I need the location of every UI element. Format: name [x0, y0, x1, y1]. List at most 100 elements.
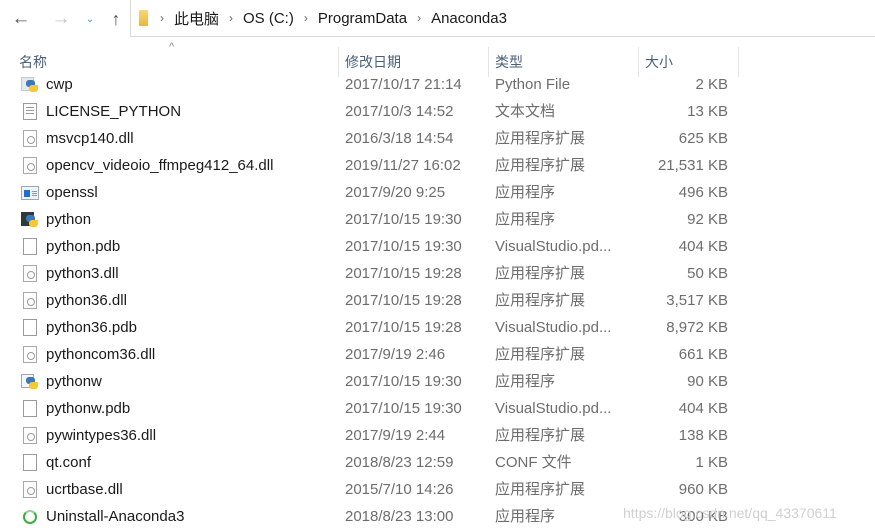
file-type: 应用程序扩展: [495, 265, 586, 282]
back-button[interactable]: ←: [8, 6, 34, 32]
folder-icon: [139, 10, 148, 26]
file-modified-date: 2017/10/17 21:14: [345, 76, 462, 93]
column-header-date-label: 修改日期: [345, 54, 401, 70]
file-size: 661 KB: [678, 346, 728, 363]
column-header-size-label: 大小: [645, 54, 673, 70]
file-name[interactable]: python3.dll: [46, 260, 331, 287]
recent-locations-button[interactable]: ⌄: [82, 6, 98, 32]
dll-icon: [20, 125, 40, 152]
file-size: 8,972 KB: [666, 319, 728, 336]
file-row[interactable]: python.pdb 2017/10/15 19:30 VisualStudio.p…: [0, 233, 875, 260]
file-row[interactable]: python36.pdb 2017/10/15 19:28 VisualStudio…: [0, 314, 875, 341]
file-size: 50 KB: [687, 265, 728, 282]
file-name[interactable]: msvcp140.dll: [46, 125, 331, 152]
file-row[interactable]: pythonw 2017/10/15 19:30 应用程序 90 KB: [0, 368, 875, 395]
file-size: 92 KB: [687, 211, 728, 228]
arrow-left-icon: ←: [11, 8, 31, 29]
file-modified-date: 2017/10/15 19:28: [345, 292, 462, 309]
file-name[interactable]: openssl: [46, 179, 331, 206]
blank-file-icon: [20, 233, 40, 260]
file-row[interactable]: pywintypes36.dll 2017/9/19 2:44 应用程序扩展 138 …: [0, 422, 875, 449]
file-list: cwp 2017/10/17 21:14 Python File 2 KB LICENS…: [0, 71, 875, 530]
file-size: 13 KB: [687, 103, 728, 120]
file-row[interactable]: qt.conf 2018/8/23 12:59 CONF 文件 1 KB: [0, 449, 875, 476]
file-modified-date: 2017/10/15 19:28: [345, 319, 462, 336]
uninstall-icon: [20, 503, 40, 530]
file-name[interactable]: python: [46, 206, 331, 233]
file-name[interactable]: pywintypes36.dll: [46, 422, 331, 449]
file-type: 应用程序扩展: [495, 292, 586, 309]
file-modified-date: 2018/8/23 12:59: [345, 454, 454, 471]
file-row[interactable]: python 2017/10/15 19:30 应用程序 92 KB: [0, 206, 875, 233]
file-type: Python File: [495, 76, 571, 93]
file-name[interactable]: cwp: [46, 71, 331, 98]
file-row[interactable]: msvcp140.dll 2016/3/18 14:54 应用程序扩展 625 KB: [0, 125, 875, 152]
chevron-right-icon[interactable]: ›: [417, 11, 421, 25]
file-name[interactable]: python36.dll: [46, 287, 331, 314]
file-size: 404 KB: [678, 400, 728, 417]
file-size: 625 KB: [678, 130, 728, 147]
forward-button[interactable]: →: [48, 6, 74, 32]
chevron-right-icon[interactable]: ›: [160, 11, 164, 25]
column-header-name-label: 名称: [19, 54, 47, 70]
file-modified-date: 2017/10/15 19:30: [345, 238, 462, 255]
dll-icon: [20, 260, 40, 287]
arrow-right-icon: →: [51, 8, 71, 29]
file-size: 404 KB: [678, 238, 728, 255]
file-type: 应用程序扩展: [495, 130, 586, 147]
file-modified-date: 2017/9/19 2:46: [345, 346, 446, 363]
file-type: VisualStudio.pd...: [495, 238, 612, 255]
python-file-icon: [20, 71, 40, 98]
file-name[interactable]: pythonw.pdb: [46, 395, 331, 422]
file-name[interactable]: opencv_videoio_ffmpeg412_64.dll: [46, 152, 331, 179]
file-name[interactable]: python36.pdb: [46, 314, 331, 341]
file-modified-date: 2017/10/15 19:30: [345, 211, 462, 228]
file-modified-date: 2017/10/15 19:30: [345, 373, 462, 390]
file-row[interactable]: pythoncom36.dll 2017/9/19 2:46 应用程序扩展 661 K…: [0, 341, 875, 368]
up-button[interactable]: ↑: [104, 6, 128, 32]
text-document-icon: [20, 98, 40, 125]
file-name[interactable]: Uninstall-Anaconda3: [46, 503, 331, 530]
file-modified-date: 2017/9/19 2:44: [345, 427, 446, 444]
dll-icon: [20, 422, 40, 449]
file-row[interactable]: LICENSE_PYTHON 2017/10/3 14:52 文本文档 13 KB: [0, 98, 875, 125]
breadcrumb-this-pc[interactable]: 此电脑: [174, 8, 219, 29]
file-name[interactable]: python.pdb: [46, 233, 331, 260]
file-type: VisualStudio.pd...: [495, 400, 612, 417]
dll-icon: [20, 152, 40, 179]
blank-file-icon: [20, 314, 40, 341]
file-row[interactable]: openssl 2017/9/20 9:25 应用程序 496 KB: [0, 179, 875, 206]
file-row[interactable]: python3.dll 2017/10/15 19:28 应用程序扩展 50 KB: [0, 260, 875, 287]
breadcrumb-anaconda3[interactable]: Anaconda3: [431, 10, 507, 27]
file-row[interactable]: pythonw.pdb 2017/10/15 19:30 VisualStudio.…: [0, 395, 875, 422]
file-modified-date: 2017/10/15 19:28: [345, 265, 462, 282]
column-header-type-label: 类型: [495, 54, 523, 70]
python-window-icon: [20, 368, 40, 395]
chevron-right-icon[interactable]: ›: [304, 11, 308, 25]
breadcrumb-programdata[interactable]: ProgramData: [318, 10, 407, 27]
file-type: 应用程序: [495, 373, 556, 390]
file-type: 应用程序扩展: [495, 346, 586, 363]
file-modified-date: 2017/10/3 14:52: [345, 103, 454, 120]
address-bar[interactable]: › 此电脑 › OS (C:) › ProgramData › Anaconda…: [130, 0, 875, 37]
file-type: CONF 文件: [495, 454, 572, 471]
file-name[interactable]: pythoncom36.dll: [46, 341, 331, 368]
file-size: 3,517 KB: [666, 292, 728, 309]
chevron-down-icon: ⌄: [85, 13, 95, 25]
chevron-right-icon[interactable]: ›: [229, 11, 233, 25]
file-modified-date: 2016/3/18 14:54: [345, 130, 454, 147]
file-name[interactable]: LICENSE_PYTHON: [46, 98, 331, 125]
breadcrumb-drive-c[interactable]: OS (C:): [243, 10, 294, 27]
file-row[interactable]: python36.dll 2017/10/15 19:28 应用程序扩展 3,517 …: [0, 287, 875, 314]
file-name[interactable]: ucrtbase.dll: [46, 476, 331, 503]
navigation-bar: ← → ⌄ ↑ › 此电脑 › OS (C:) › ProgramData › …: [0, 0, 875, 38]
file-row[interactable]: opencv_videoio_ffmpeg412_64.dll 2019/11/2…: [0, 152, 875, 179]
file-row[interactable]: cwp 2017/10/17 21:14 Python File 2 KB: [0, 71, 875, 98]
file-name[interactable]: qt.conf: [46, 449, 331, 476]
file-row[interactable]: ucrtbase.dll 2015/7/10 14:26 应用程序扩展 960 KB: [0, 476, 875, 503]
file-size: 960 KB: [678, 481, 728, 498]
file-name[interactable]: pythonw: [46, 368, 331, 395]
file-type: 文本文档: [495, 103, 556, 120]
file-type: 应用程序扩展: [495, 481, 586, 498]
file-size: 90 KB: [687, 373, 728, 390]
